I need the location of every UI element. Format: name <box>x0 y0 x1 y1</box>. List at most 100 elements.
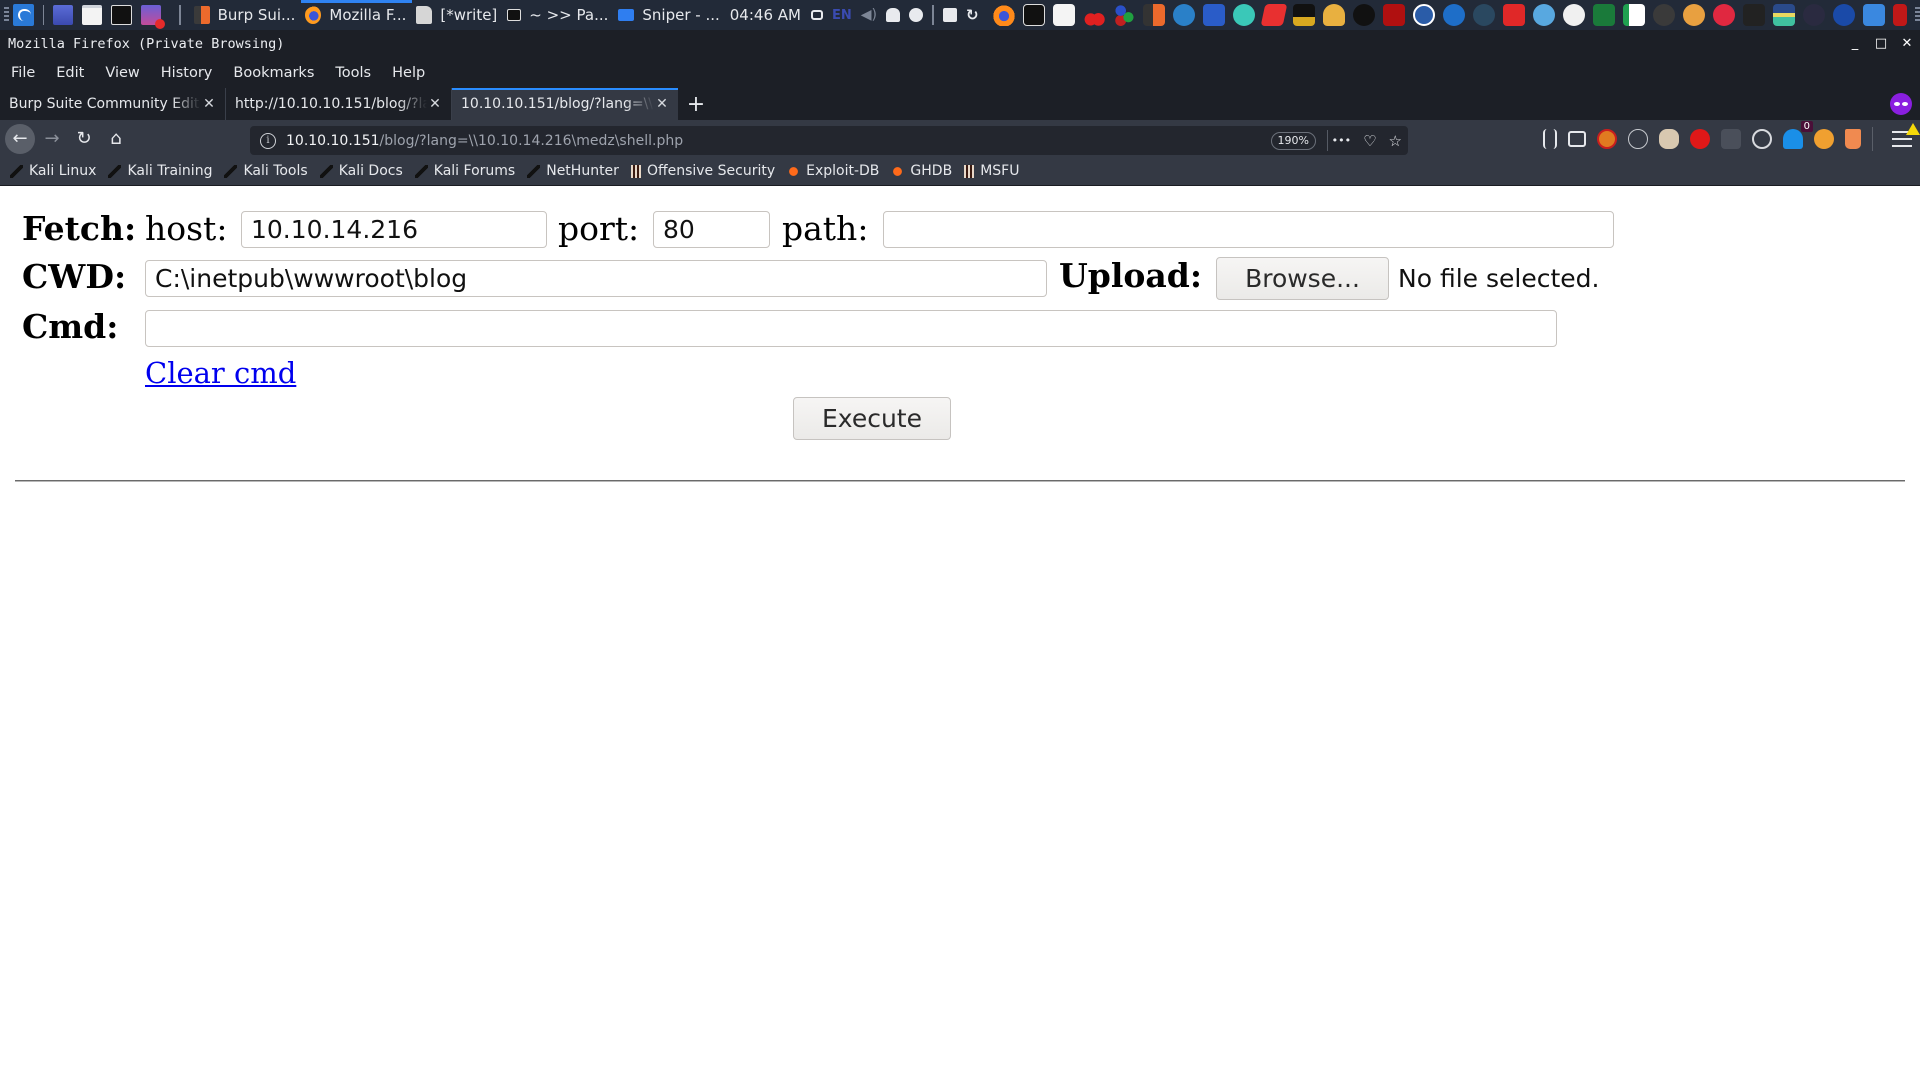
reload-button[interactable]: ↻ <box>69 124 99 154</box>
bookmark-star-icon[interactable]: ☆ <box>1389 132 1402 150</box>
incognito-icon[interactable] <box>1352 4 1375 26</box>
menu-tools[interactable]: Tools <box>335 65 371 81</box>
bookmark-exploit-db[interactable]: Exploit-DB <box>787 163 879 179</box>
edb-icon[interactable] <box>1382 4 1405 26</box>
bookmark-ghdb[interactable]: GHDB <box>891 163 952 179</box>
spartan-icon[interactable] <box>1322 4 1345 26</box>
bookmark-kali-forums[interactable]: Kali Forums <box>414 163 515 179</box>
vim-icon[interactable] <box>1622 4 1645 26</box>
url-bar[interactable]: i 10.10.10.151/blog/?lang=\\10.10.14.216… <box>250 126 1408 155</box>
clock[interactable]: 04:46 AM <box>730 6 801 24</box>
terminal-launcher-icon[interactable] <box>1022 4 1045 26</box>
back-button[interactable]: ← <box>5 123 35 154</box>
library-icon[interactable] <box>1543 128 1557 149</box>
maltego-icon[interactable] <box>1112 4 1135 26</box>
menu-view[interactable]: View <box>105 65 139 81</box>
menu-bookmarks[interactable]: Bookmarks <box>233 65 314 81</box>
bookmark-offensive-security[interactable]: Offensive Security <box>630 163 775 179</box>
eye-icon[interactable] <box>1832 4 1855 26</box>
zoom-level-badge[interactable]: 190% <box>1270 132 1316 150</box>
path-input[interactable] <box>883 211 1614 248</box>
hydra-icon[interactable] <box>1472 4 1495 26</box>
task-sniper-folder[interactable]: Sniper - ... <box>614 0 725 30</box>
task-burp-suite[interactable]: Burp Sui... <box>190 0 302 30</box>
menu-help[interactable]: Help <box>392 65 425 81</box>
menu-file[interactable]: File <box>11 65 35 81</box>
port-input[interactable] <box>653 211 770 248</box>
wireshark-icon[interactable] <box>1172 4 1195 26</box>
metasploit-icon[interactable] <box>1202 4 1225 26</box>
zap-icon[interactable] <box>1442 4 1465 26</box>
kismet-icon[interactable] <box>1862 4 1885 26</box>
screen-recorder-icon[interactable] <box>140 5 165 29</box>
doberman-icon[interactable] <box>1742 4 1765 26</box>
tab-burp-suite[interactable]: Burp Suite Community Edition ✕ <box>0 88 226 120</box>
close-tab-icon[interactable]: ✕ <box>201 96 217 112</box>
tab-shell-active[interactable]: 10.10.10.151/blog/?lang=\\10.10.14.216\m… <box>452 88 678 120</box>
host-input[interactable] <box>241 211 547 248</box>
minimize-icon[interactable]: _ <box>1848 30 1862 58</box>
faraday-icon[interactable] <box>1260 4 1287 26</box>
tab-blog-lang[interactable]: http://10.10.10.151/blog/?lang ✕ <box>226 88 452 120</box>
cwd-input[interactable] <box>145 260 1047 297</box>
account-icon[interactable] <box>1752 128 1772 149</box>
task-write[interactable]: [*write] <box>412 0 503 30</box>
cookie-editor-icon[interactable] <box>1814 128 1834 149</box>
ghost-extension-icon[interactable]: 0 <box>1783 120 1813 149</box>
firefox-launcher-icon[interactable] <box>992 4 1015 26</box>
close-icon[interactable]: ✕ <box>1900 30 1914 58</box>
home-button[interactable]: ⌂ <box>101 124 131 154</box>
bookmark-kali-linux[interactable]: Kali Linux <box>10 163 96 179</box>
kali-menu-icon[interactable] <box>13 4 34 26</box>
john-the-ripper-icon[interactable] <box>1292 4 1315 26</box>
notification-bell-icon[interactable] <box>885 8 900 22</box>
keyboard-layout[interactable]: EN <box>832 8 852 23</box>
cookie-blocker-icon[interactable] <box>1597 128 1617 149</box>
sidebar-icon[interactable] <box>1568 130 1586 147</box>
bookmark-kali-tools[interactable]: Kali Tools <box>224 163 308 179</box>
close-tab-icon[interactable]: ✕ <box>427 96 443 112</box>
armitage-icon[interactable] <box>1232 4 1255 26</box>
rocket-icon[interactable] <box>1892 4 1907 26</box>
execute-button[interactable]: Execute <box>793 397 951 440</box>
clear-cmd-link[interactable]: Clear cmd <box>145 353 296 393</box>
bookmark-nethunter[interactable]: NetHunter <box>527 163 619 179</box>
menu-edit[interactable]: Edit <box>56 65 84 81</box>
selenium-icon[interactable] <box>1721 128 1741 149</box>
power-icon[interactable] <box>908 8 923 22</box>
forward-button[interactable]: → <box>37 124 67 154</box>
bookmark-kali-docs[interactable]: Kali Docs <box>319 163 403 179</box>
apktool-icon[interactable] <box>1592 4 1615 26</box>
recon-icon[interactable] <box>1712 4 1735 26</box>
site-info-icon[interactable]: i <box>260 132 276 149</box>
menu-history[interactable]: History <box>161 65 213 81</box>
browse-button[interactable]: Browse... <box>1216 257 1389 300</box>
cherrytree-icon[interactable] <box>1082 4 1105 26</box>
wpscan-icon[interactable] <box>1412 4 1435 26</box>
new-tab-button[interactable]: + <box>678 88 714 120</box>
volume-icon[interactable]: ◀) <box>861 7 877 23</box>
spider-icon[interactable] <box>1652 4 1675 26</box>
close-tab-icon[interactable]: ✕ <box>654 96 670 112</box>
scorpion-icon[interactable] <box>1562 4 1585 26</box>
aircrack-icon[interactable] <box>1802 4 1825 26</box>
document-launcher-icon[interactable] <box>1052 4 1075 26</box>
bookmark-kali-training[interactable]: Kali Training <box>108 163 212 179</box>
lock-icon[interactable] <box>942 8 957 22</box>
file-manager-icon[interactable] <box>82 5 103 25</box>
adblock-icon[interactable] <box>1690 128 1710 149</box>
bookmark-msfu[interactable]: MSFU <box>964 163 1019 179</box>
pocket-icon[interactable]: ♡ <box>1363 132 1376 150</box>
refresh-icon[interactable]: ↻ <box>966 6 979 24</box>
taskbar-grip-icon[interactable] <box>1914 7 1920 23</box>
terminal-launcher-icon[interactable] <box>111 5 132 25</box>
trash-icon[interactable] <box>1845 128 1861 149</box>
show-desktop-icon[interactable] <box>53 5 74 25</box>
page-actions-icon[interactable]: ••• <box>1332 134 1351 147</box>
display-icon[interactable] <box>810 10 823 20</box>
ghostery-icon[interactable] <box>1628 128 1648 149</box>
spider-search-icon[interactable] <box>1682 4 1705 26</box>
maximize-icon[interactable]: □ <box>1874 30 1888 58</box>
taskbar-grip-icon[interactable] <box>4 7 10 23</box>
privacy-badger-icon[interactable] <box>1659 128 1679 149</box>
